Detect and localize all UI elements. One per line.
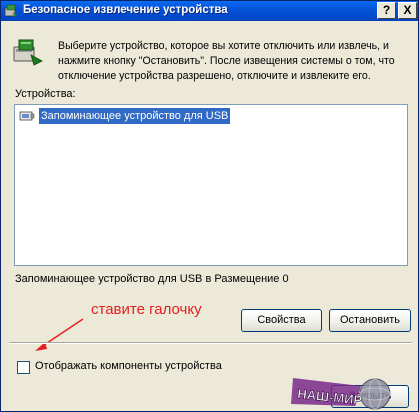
window-title: Безопасное извлечение устройства <box>23 4 228 16</box>
show-components-checkbox[interactable] <box>17 361 30 374</box>
properties-button[interactable]: Свойства <box>241 309 322 332</box>
help-button[interactable]: ? <box>377 2 396 19</box>
device-list-item-label: Запоминающее устройство для USB <box>39 108 231 124</box>
title-bar[interactable]: Безопасное извлечение устройства ? X <box>1 1 418 21</box>
show-components-label[interactable]: Отображать компоненты устройства <box>35 360 222 372</box>
separator <box>9 342 412 344</box>
devices-listbox[interactable]: Запоминающее устройство для USB <box>14 104 408 266</box>
annotation-text: ставите галочку <box>91 301 202 318</box>
selected-device-status: Запоминающее устройство для USB в Размещ… <box>15 273 289 285</box>
dialog-window: Безопасное извлечение устройства ? X Выб… <box>0 0 419 412</box>
watermark-logo: НАШ-МИР <box>291 378 391 410</box>
instructions-text: Выберите устройство, которое вы хотите о… <box>58 40 395 82</box>
safely-remove-hardware-icon <box>4 4 17 17</box>
devices-label: Устройства: <box>15 88 76 100</box>
stop-button[interactable]: Остановить <box>329 309 411 332</box>
usb-storage-icon <box>19 111 35 121</box>
close-window-button[interactable]: X <box>398 2 417 19</box>
safely-remove-hardware-icon <box>13 39 43 66</box>
